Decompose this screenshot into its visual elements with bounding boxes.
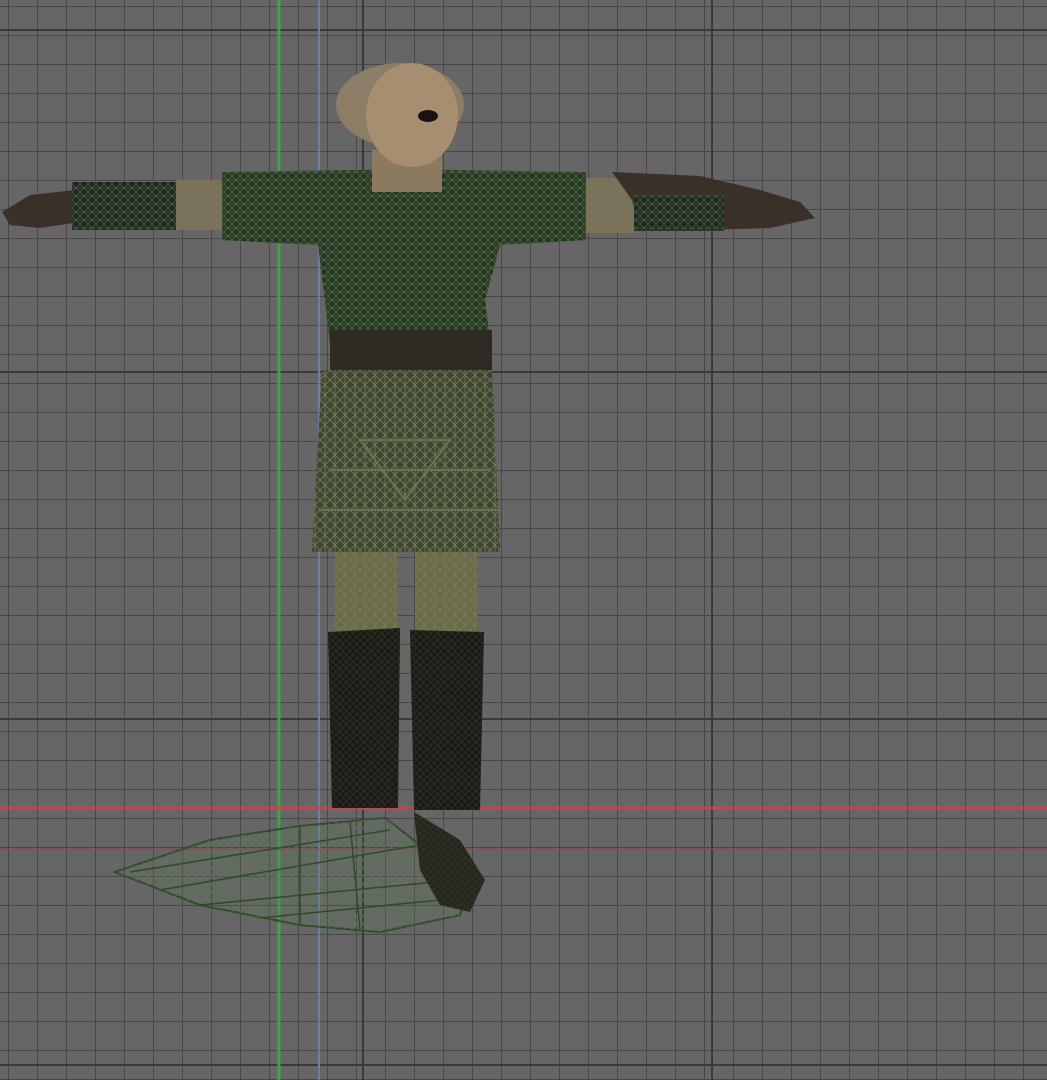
belt: [330, 330, 492, 370]
left-upper-arm: [176, 180, 228, 230]
grid-minor-lines: [0, 0, 1047, 1080]
mouth: [418, 110, 438, 122]
viewport-grid: [0, 0, 1047, 1080]
head-face: [366, 63, 458, 167]
3d-viewport[interactable]: [0, 0, 1047, 1080]
